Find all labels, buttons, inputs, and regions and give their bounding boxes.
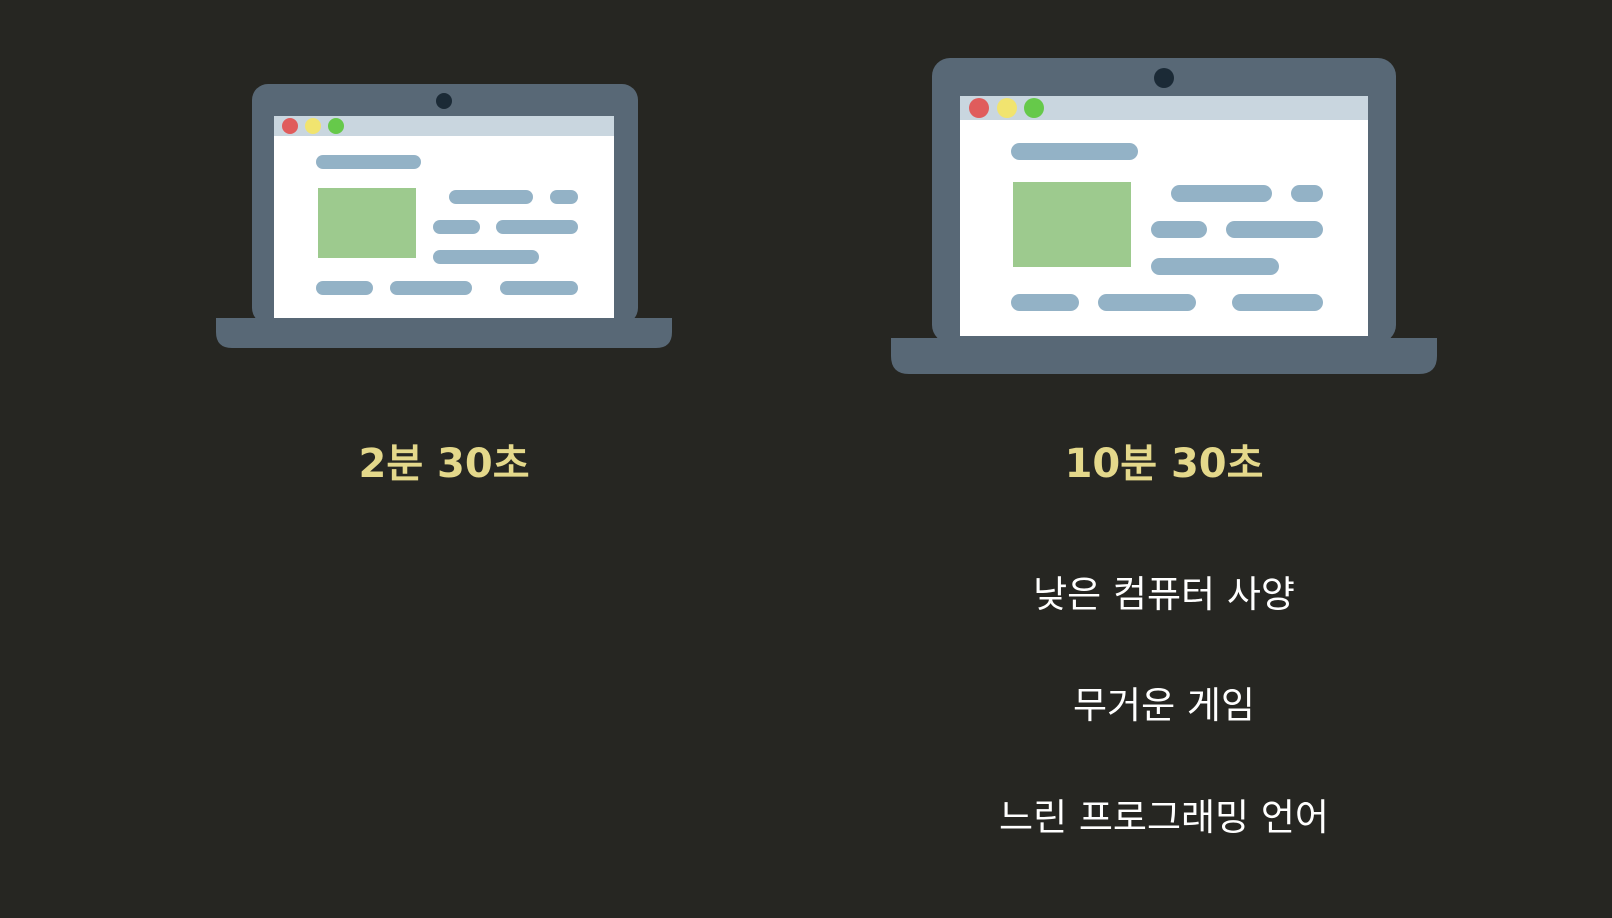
reason-item: 느린 프로그래밍 언어 (999, 796, 1329, 839)
reason-item: 낮은 컴퓨터 사양 (1033, 573, 1295, 616)
reason-item: 무거운 게임 (1073, 684, 1255, 727)
right-time-label: 10분 30초 (1064, 441, 1264, 487)
laptop-right-graphic (891, 58, 1437, 374)
left-time-label: 2분 30초 (358, 441, 530, 487)
laptop-icon (216, 84, 672, 350)
slide: 2분 30초 10분 30초 낮은 컴퓨터 사양 무거운 게임 느린 프로그래밍… (0, 0, 1612, 918)
laptop-left-graphic (216, 84, 672, 348)
laptop-icon (891, 58, 1437, 376)
